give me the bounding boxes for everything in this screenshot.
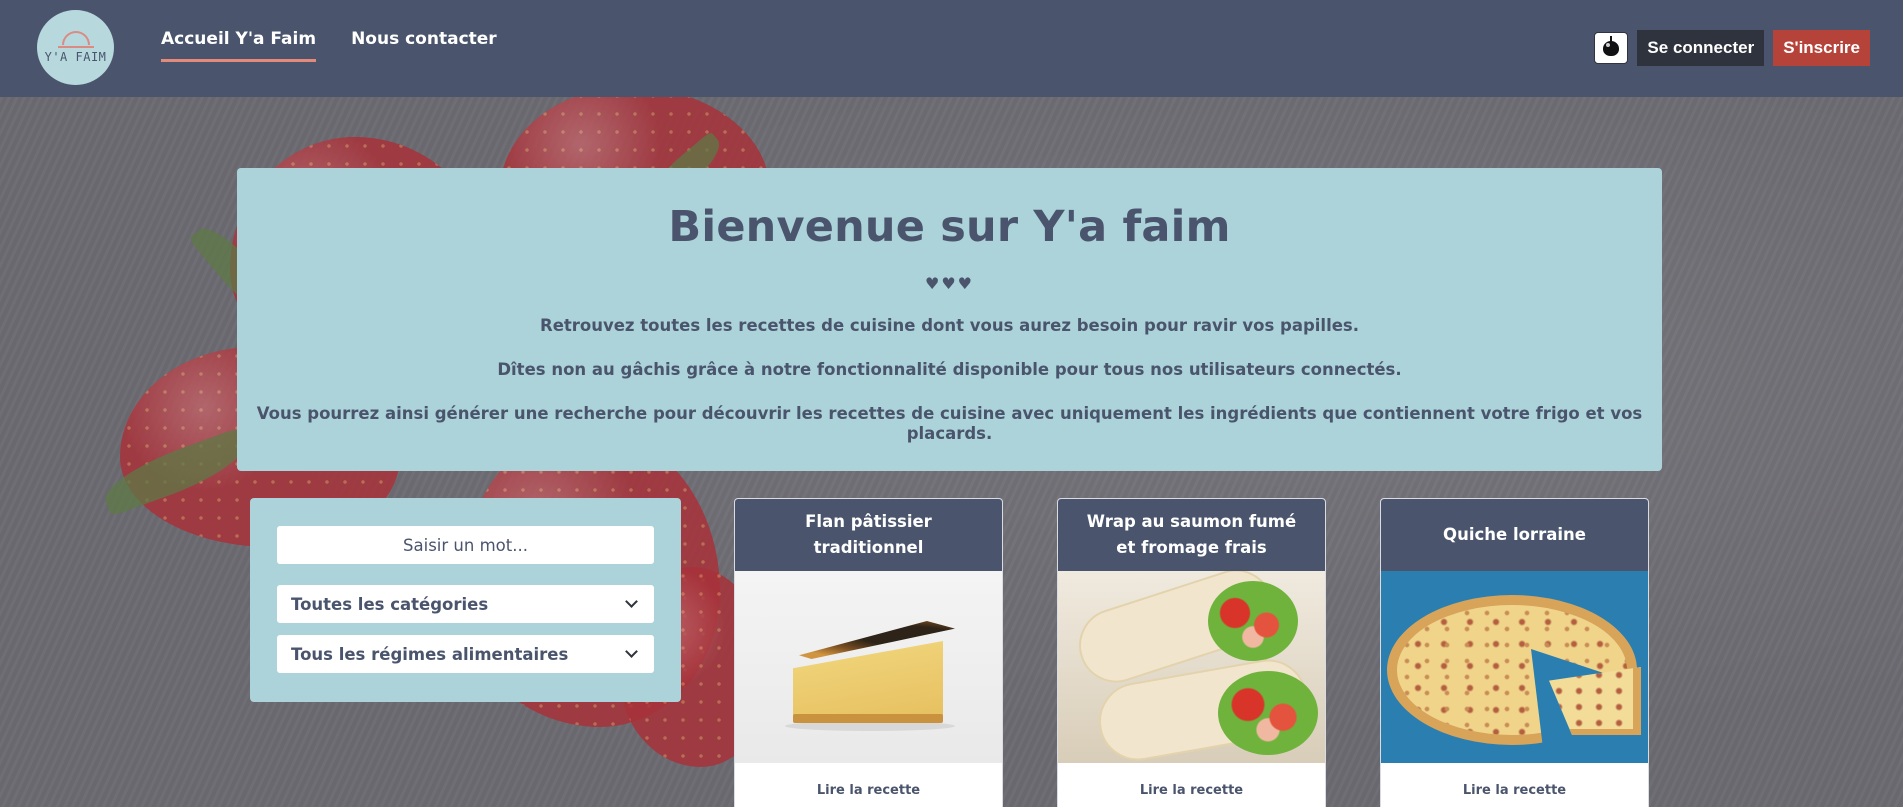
recipe-card-title[interactable]: Quiche lorraine [1381, 499, 1648, 571]
hero-paragraph-1: Retrouvez toutes les recettes de cuisine… [539, 316, 1360, 335]
read-recipe-link[interactable]: Lire la recette [1058, 763, 1325, 807]
recipe-card-title[interactable]: Wrap au saumon fumé et fromage frais [1058, 499, 1325, 571]
recipe-card[interactable]: Wrap au saumon fumé et fromage frais Lir… [1057, 498, 1326, 807]
login-button[interactable]: Se connecter [1637, 30, 1765, 66]
chevron-down-icon [625, 595, 638, 608]
theme-toggle-button[interactable] [1594, 32, 1629, 64]
apple-icon [1603, 35, 1620, 56]
hearts-divider: ♥♥♥ [924, 274, 975, 293]
recipe-card[interactable]: Quiche lorraine Lire la recette [1380, 498, 1649, 807]
chevron-down-icon [625, 645, 638, 658]
main-nav: Accueil Y'a Faim Nous contacter [161, 29, 497, 62]
search-input[interactable] [277, 526, 654, 564]
recipe-card[interactable]: Flan pâtissier traditionnel Lire la rece… [734, 498, 1003, 807]
category-select[interactable]: Toutes les catégories [277, 585, 654, 623]
category-select-value: Toutes les catégories [291, 594, 489, 614]
read-recipe-link[interactable]: Lire la recette [735, 763, 1002, 807]
hero-paragraph-2: Dîtes non au gâchis grâce à notre foncti… [497, 360, 1402, 379]
header-actions: Se connecter S'inscrire [1594, 30, 1870, 66]
nav-link-home[interactable]: Accueil Y'a Faim [161, 29, 317, 62]
recipe-image-wrap[interactable] [1058, 571, 1325, 763]
recipe-filter-panel: Toutes les catégories Tous les régimes a… [250, 498, 681, 702]
welcome-hero: Bienvenue sur Y'a faim ♥♥♥ Retrouvez tou… [237, 168, 1662, 471]
logo-text: Y'A FAIM [44, 50, 107, 64]
nav-link-contact[interactable]: Nous contacter [351, 29, 497, 62]
hero-title: Bienvenue sur Y'a faim [668, 202, 1231, 252]
diet-select[interactable]: Tous les régimes alimentaires [277, 635, 654, 673]
hero-paragraph-3: Vous pourrez ainsi générer une recherche… [256, 404, 1643, 443]
recipe-card-title[interactable]: Flan pâtissier traditionnel [735, 499, 1002, 571]
top-navbar: Y'A FAIM Accueil Y'a Faim Nous contacter… [0, 0, 1903, 97]
recipe-image-quiche[interactable] [1381, 571, 1648, 763]
recipe-image-flan[interactable] [735, 571, 1002, 763]
cloche-icon [57, 31, 94, 48]
read-recipe-link[interactable]: Lire la recette [1381, 763, 1648, 807]
diet-select-value: Tous les régimes alimentaires [291, 644, 569, 664]
site-logo[interactable]: Y'A FAIM [37, 10, 114, 85]
signup-button[interactable]: S'inscrire [1773, 30, 1870, 66]
